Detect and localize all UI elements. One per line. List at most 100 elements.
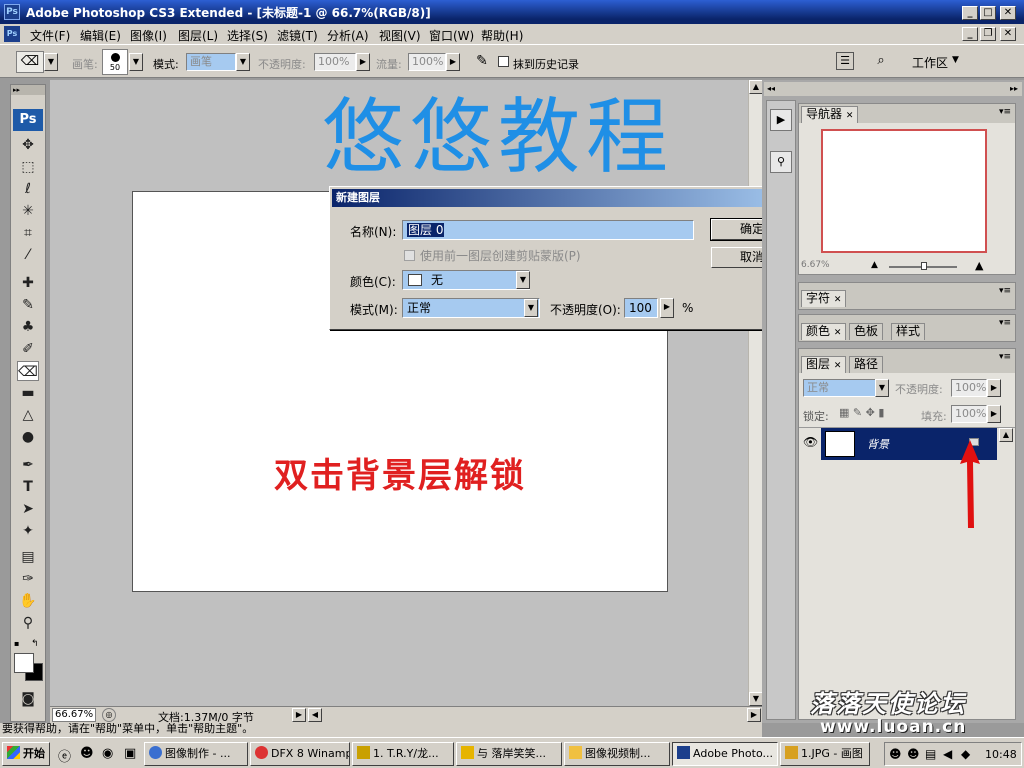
layer-visibility-eye-icon[interactable]: 👁 [803,435,818,449]
qq-quicklaunch-icon[interactable]: ☻ [80,746,94,761]
tab-styles[interactable]: 样式 [891,323,926,340]
menu-help[interactable]: 帮助(H) [481,27,523,44]
blend-mode-dropdown-button[interactable]: ▼ [875,379,889,397]
maximize-button[interactable]: □ [980,6,996,20]
default-colors-icon[interactable]: ▪ [14,639,24,649]
menu-analysis[interactable]: 分析(A) [327,27,369,44]
mode-select[interactable]: 画笔 [186,53,236,71]
fill-arrow-button[interactable]: ▶ [987,405,1001,423]
tab-close-icon[interactable]: ✕ [846,111,854,121]
tab-navigator[interactable]: 导航器 ✕ [801,106,859,123]
task-luoan[interactable]: 与 落岸笑笑... [456,742,562,766]
clip-mask-checkbox[interactable] [404,250,415,261]
mode-dropdown-button[interactable]: ▼ [524,299,538,317]
bridge-icon[interactable]: ⌕ [870,52,892,70]
task-paint[interactable]: 1.JPG - 画图 [780,742,870,766]
zoom-in-icon[interactable]: ▲ [975,259,983,272]
brush-dropdown-button[interactable]: ▼ [129,53,143,71]
color-dropdown-button[interactable]: ▼ [516,271,530,289]
swap-colors-icon[interactable]: ↰ [31,639,41,649]
close-button[interactable]: ✕ [1000,6,1016,20]
menu-window[interactable]: 窗口(W) [429,27,474,44]
volume-tray-icon[interactable]: ◀ [943,747,952,761]
network-tray-icon[interactable]: ▤ [925,747,936,761]
crop-tool-icon[interactable]: ⌗ [17,223,39,243]
antivirus-tray-icon[interactable]: ◆ [961,747,970,761]
blend-mode-select[interactable]: 正常 [803,379,877,397]
qq-tray-icon-2[interactable]: ☻ [907,747,920,761]
move-tool-icon[interactable]: ✥ [17,135,39,155]
navigator-zoom-field[interactable]: 6.67% [801,260,841,272]
palette-well-icon[interactable]: ☰ [836,52,854,70]
menu-filter[interactable]: 滤镜(T) [277,27,318,44]
brush-picker[interactable]: 50 [102,49,128,75]
dodge-tool-icon[interactable]: ● [17,427,39,447]
foreground-color-swatch[interactable] [14,653,34,673]
status-menu-button[interactable]: ▶ [292,708,306,722]
doc-minimize-button[interactable]: _ [962,27,978,41]
task-winamp[interactable]: DFX 8 Winamp [250,742,350,766]
type-tool-icon[interactable]: T [17,477,39,497]
dialog-opacity-arrow-button[interactable]: ▶ [660,298,674,318]
task-image-making[interactable]: 图像制作 - ... [144,742,248,766]
ie-quicklaunch-icon[interactable]: ⓔ [58,746,71,765]
fill-field[interactable]: 100% [951,405,987,423]
vertical-scrollbar[interactable]: ▲ ▼ [748,80,763,706]
menu-view[interactable]: 视图(V) [379,27,421,44]
layers-opacity-field[interactable]: 100% [951,379,987,397]
dialog-opacity-input[interactable]: 100 [624,298,658,318]
panel-menu-icon[interactable]: ▾≡ [999,286,1011,296]
scroll-down-button[interactable]: ▼ [749,692,763,706]
path-selection-tool-icon[interactable]: ➤ [17,499,39,519]
ps-logo-icon[interactable]: Ps [13,109,43,131]
quick-mask-icon[interactable]: ◙ [17,689,39,709]
menu-image[interactable]: 图像(I) [130,27,167,44]
zoom-slider-handle[interactable] [921,262,927,270]
panel-menu-icon[interactable]: ▾≡ [999,352,1011,362]
gradient-tool-icon[interactable]: ▬ [17,383,39,403]
actions-panel-icon[interactable]: ▶ [770,109,792,131]
layers-opacity-arrow-button[interactable]: ▶ [987,379,1001,397]
tab-close-icon[interactable]: ✕ [834,328,842,338]
panel-menu-icon[interactable]: ▾≡ [999,107,1011,117]
tab-layers[interactable]: 图层 ✕ [801,356,847,373]
tab-close-icon[interactable]: ✕ [834,295,842,305]
clone-stamp-tool-icon[interactable]: ♣ [17,317,39,337]
layer-name-input[interactable]: 图层 0 [402,220,694,240]
show-desktop-icon[interactable]: ▣ [124,746,136,761]
erase-history-checkbox[interactable] [498,56,509,67]
task-try-dragon[interactable]: 1. T.R.Y/龙... [352,742,454,766]
status-info-icon[interactable]: ◎ [102,708,116,722]
menu-layer[interactable]: 图层(L) [178,27,218,44]
dock-collapse-icon[interactable]: ◂◂ [764,82,798,96]
navigator-preview[interactable] [821,129,987,253]
slice-tool-icon[interactable]: ⁄ [17,245,39,265]
marquee-tool-icon[interactable]: ⬚ [17,157,39,177]
doc-restore-button[interactable]: ❐ [980,27,996,41]
scroll-up-button[interactable]: ▲ [749,80,763,94]
tab-swatches[interactable]: 色板 [849,323,884,340]
layers-scroll-up-button[interactable]: ▲ [999,428,1013,442]
dock-expand-icon[interactable]: ▸▸ [798,82,1022,96]
opacity-field[interactable]: 100% [314,53,356,71]
opacity-arrow-button[interactable]: ▶ [356,53,370,71]
notes-tool-icon[interactable]: ▤ [17,547,39,567]
task-image-video[interactable]: 图像视频制... [564,742,670,766]
healing-brush-tool-icon[interactable]: ✚ [17,273,39,293]
menu-edit[interactable]: 编辑(E) [80,27,121,44]
minimize-button[interactable]: _ [962,6,978,20]
mode-dropdown-button[interactable]: ▼ [236,53,250,71]
tab-paths[interactable]: 路径 [849,356,884,373]
doc-close-button[interactable]: ✕ [1000,27,1016,41]
zoom-out-icon[interactable]: ▲ [871,260,878,270]
task-photoshop[interactable]: Adobe Photo... [672,742,778,766]
zoom-level-field[interactable]: 66.67% [52,708,96,722]
brush-tool-icon[interactable]: ✎ [17,295,39,315]
tab-color[interactable]: 颜色 ✕ [801,323,847,340]
eraser-tool-icon[interactable]: ⌫ [17,361,39,381]
pen-tool-icon[interactable]: ✒ [17,455,39,475]
flow-arrow-button[interactable]: ▶ [446,53,460,71]
magic-wand-tool-icon[interactable]: ✳ [17,201,39,221]
shape-tool-icon[interactable]: ✦ [17,521,39,541]
lasso-tool-icon[interactable]: ℓ [17,179,39,199]
